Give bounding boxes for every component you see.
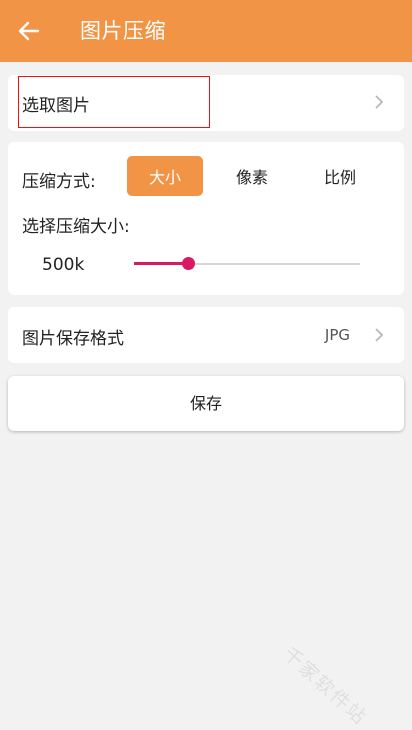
app-bar: 图片压缩 [0,0,412,62]
save-format-label: 图片保存格式 [22,329,124,349]
chevron-right-icon [375,328,384,342]
compression-mode-label: 压缩方式: [22,172,96,192]
watermark: 千家软件站 [278,642,372,730]
save-format-value: JPG [324,326,350,344]
arrow-left-icon [18,21,40,41]
mode-ratio-button[interactable]: 比例 [302,156,378,196]
save-button[interactable]: 保存 [8,376,404,431]
back-button[interactable] [15,18,43,44]
chevron-right-icon [375,95,384,109]
pick-image-row[interactable]: 选取图片 [8,75,404,131]
slider-fill [134,262,189,265]
compression-value: 500k [42,255,85,275]
highlight-box [18,76,210,128]
save-format-row[interactable]: 图片保存格式 JPG [8,307,404,363]
compression-size-slider[interactable] [134,252,360,276]
slider-thumb[interactable] [182,257,196,270]
mode-pixel-button[interactable]: 像素 [214,156,290,196]
save-button-label: 保存 [189,394,222,413]
compression-size-label: 选择压缩大小: [22,217,130,237]
compression-settings-card: 压缩方式: 大小 像素 比例 选择压缩大小: 500k [8,142,404,295]
page-title: 图片压缩 [80,19,166,43]
mode-size-button[interactable]: 大小 [127,156,203,196]
